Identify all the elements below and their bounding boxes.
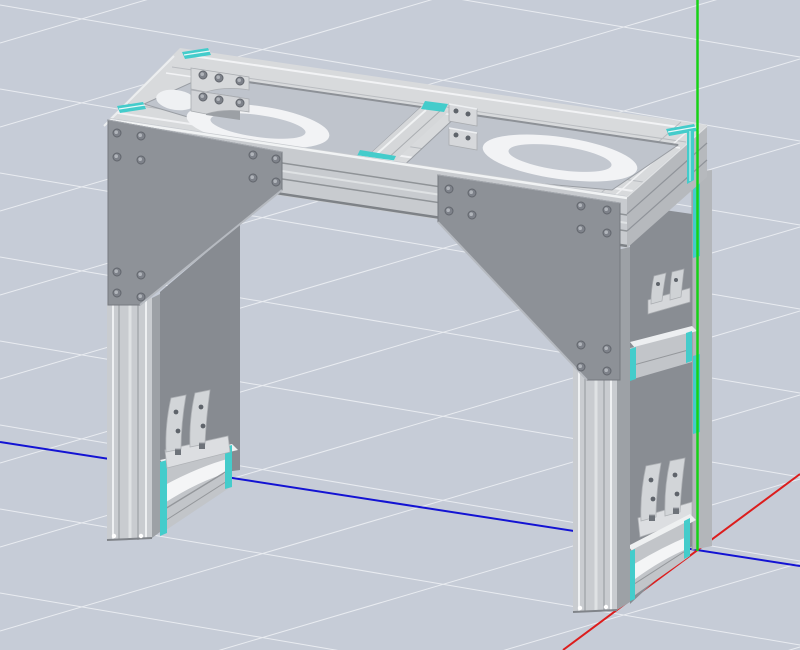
cad-viewport[interactable] (0, 0, 800, 650)
right-leg-back-post[interactable] (692, 170, 712, 550)
left-leg-front-post[interactable] (107, 294, 160, 541)
